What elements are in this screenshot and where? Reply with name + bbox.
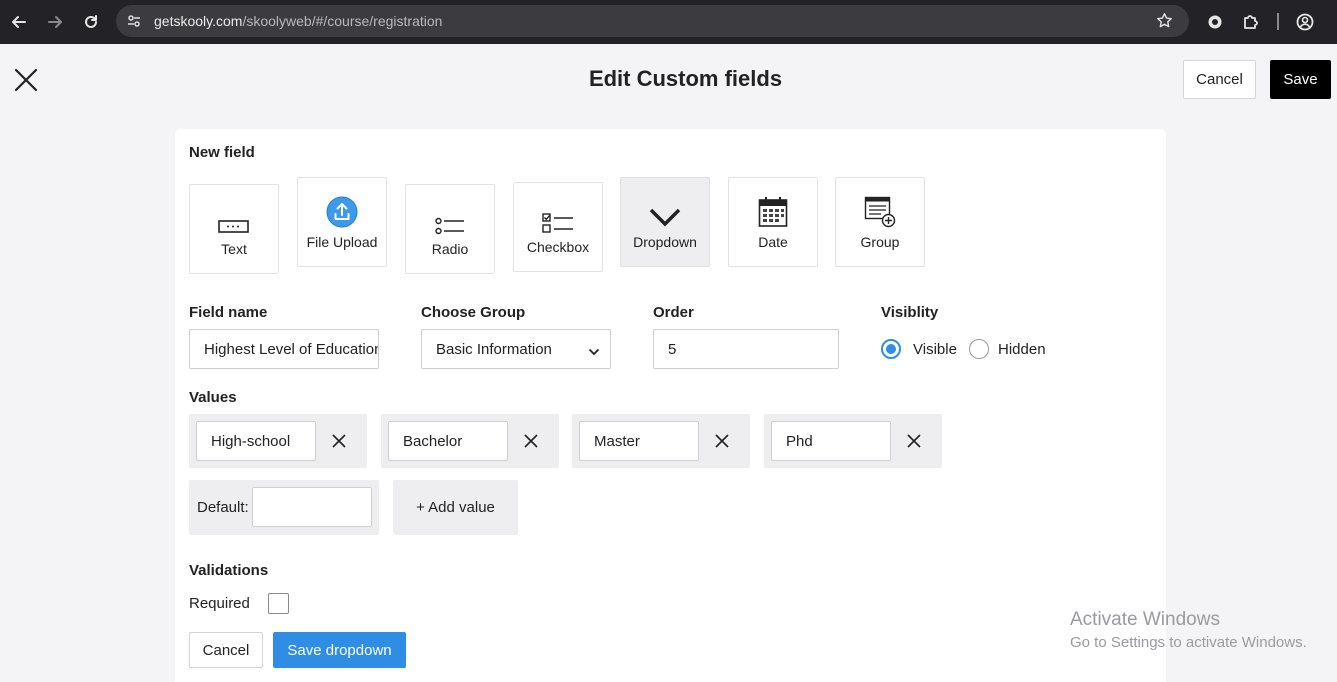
required-label: Required xyxy=(189,595,250,612)
site-settings-icon[interactable] xyxy=(126,13,142,34)
star-icon[interactable] xyxy=(1156,12,1173,34)
calendar-icon xyxy=(758,184,788,228)
cancel-button[interactable]: Cancel xyxy=(189,632,263,668)
url-path: /skoolyweb/#/course/registration xyxy=(242,13,443,29)
remove-value-icon[interactable] xyxy=(906,433,922,449)
group-add-icon xyxy=(864,184,896,228)
page-title: Edit Custom fields xyxy=(588,66,783,91)
save-dropdown-button[interactable]: Save dropdown xyxy=(273,632,406,668)
remove-value-icon[interactable] xyxy=(714,433,730,449)
value-input[interactable]: Master xyxy=(579,421,699,461)
text-field-icon xyxy=(218,191,250,235)
value-item: High-school xyxy=(189,414,367,468)
radio-list-icon xyxy=(435,191,465,235)
choose-group-label: Choose Group xyxy=(421,304,526,321)
header-cancel-button[interactable]: Cancel xyxy=(1183,60,1256,99)
header-save-button[interactable]: Save xyxy=(1270,60,1331,99)
custom-field-card: New field Text File Upload Radio Checkbo… xyxy=(175,129,1166,682)
default-value-input[interactable] xyxy=(252,487,372,527)
hidden-radio-label: Hidden xyxy=(998,341,1046,358)
value-input[interactable]: Phd xyxy=(771,421,891,461)
visible-radio-label: Visible xyxy=(913,341,957,358)
visible-radio[interactable] xyxy=(881,339,901,359)
values-label: Values xyxy=(189,389,237,406)
windows-watermark: Activate Windows Go to Settings to activ… xyxy=(1070,609,1307,651)
required-checkbox[interactable] xyxy=(268,593,289,614)
chevron-down-icon xyxy=(648,184,682,228)
back-icon[interactable] xyxy=(7,10,31,34)
field-type-label: Text xyxy=(221,241,247,257)
forward-icon[interactable] xyxy=(43,10,67,34)
extensions-puzzle-icon[interactable] xyxy=(1239,10,1263,34)
field-type-label: Radio xyxy=(431,241,469,257)
field-type-group[interactable]: Group xyxy=(835,177,925,267)
chevron-down-icon xyxy=(588,344,600,361)
address-bar[interactable]: getskooly.com/skoolyweb/#/course/registr… xyxy=(116,5,1189,37)
field-name-input[interactable]: Highest Level of Education xyxy=(189,329,379,369)
hidden-radio[interactable] xyxy=(969,339,989,359)
checkbox-list-icon xyxy=(542,189,574,233)
url-text: getskooly.com/skoolyweb/#/course/registr… xyxy=(154,13,442,29)
add-value-button[interactable]: + Add value xyxy=(393,480,518,535)
field-type-label: Group xyxy=(860,234,900,250)
choose-group-value: Basic Information xyxy=(436,340,552,358)
value-input[interactable]: Bachelor xyxy=(388,421,508,461)
remove-value-icon[interactable] xyxy=(331,433,347,449)
reload-icon[interactable] xyxy=(79,10,103,34)
watermark-subtitle: Go to Settings to activate Windows. xyxy=(1070,634,1307,651)
remove-value-icon[interactable] xyxy=(523,433,539,449)
watermark-title: Activate Windows xyxy=(1070,609,1220,630)
default-label: Default: xyxy=(197,499,249,516)
value-item: Phd xyxy=(764,414,942,468)
profile-icon[interactable] xyxy=(1293,10,1317,34)
field-type-text[interactable]: Text xyxy=(189,184,279,274)
field-type-file-upload[interactable]: File Upload xyxy=(297,177,387,267)
field-type-radio[interactable]: Radio xyxy=(405,184,495,274)
value-item: Master xyxy=(572,414,750,468)
field-type-label: Checkbox xyxy=(526,239,590,255)
extension-icon[interactable] xyxy=(1203,10,1227,34)
url-host: getskooly.com xyxy=(154,13,243,29)
order-label: Order xyxy=(653,304,694,321)
validations-label: Validations xyxy=(189,562,269,579)
value-item: Bachelor xyxy=(381,414,559,468)
field-type-date[interactable]: Date xyxy=(728,177,818,267)
browser-toolbar: getskooly.com/skoolyweb/#/course/registr… xyxy=(0,0,1337,44)
visibility-label: Visiblity xyxy=(881,304,939,321)
field-name-label: Field name xyxy=(189,304,268,321)
toolbar-divider xyxy=(1277,13,1279,30)
default-value-box: Default: xyxy=(189,480,379,535)
field-type-label: File Upload xyxy=(306,234,378,250)
value-input[interactable]: High-school xyxy=(196,421,316,461)
field-type-label: Date xyxy=(758,234,788,250)
field-type-dropdown[interactable]: Dropdown xyxy=(620,177,710,267)
field-type-checkbox[interactable]: Checkbox xyxy=(513,182,603,272)
field-type-label: Dropdown xyxy=(633,234,697,250)
upload-icon xyxy=(326,184,358,228)
new-field-heading: New field xyxy=(189,144,255,161)
choose-group-select[interactable]: Basic Information xyxy=(421,329,611,369)
order-input[interactable]: 5 xyxy=(653,329,839,369)
